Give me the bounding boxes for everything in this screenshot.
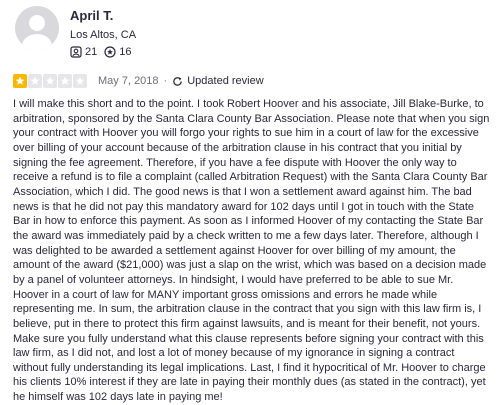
- review-text: I will make this short and to the point.…: [13, 98, 490, 404]
- review-card: April T. Los Altos, CA 21 16 May 7, 2018…: [0, 0, 500, 405]
- user-silhouette-icon: [22, 15, 52, 50]
- separator-dot: ·: [163, 75, 168, 87]
- friends-count: 21: [85, 46, 98, 58]
- user-stats: 21 16: [70, 45, 139, 59]
- updated-review-link[interactable]: Updated review: [172, 75, 264, 87]
- reviews-stat: 16: [104, 45, 132, 59]
- friends-stat: 21: [70, 45, 97, 59]
- updated-review-label: Updated review: [187, 75, 264, 87]
- review-header: April T. Los Altos, CA 21 16: [15, 6, 139, 59]
- star-1: [13, 74, 27, 88]
- star-5: [73, 74, 87, 88]
- star-icon: [45, 76, 55, 85]
- star-rating: [13, 74, 88, 88]
- user-avatar[interactable]: [15, 6, 59, 50]
- star-icon: [60, 76, 70, 85]
- review-star-icon: [104, 46, 116, 58]
- user-name[interactable]: April T.: [70, 8, 139, 24]
- reviews-count: 16: [119, 46, 132, 58]
- user-location: Los Altos, CA: [70, 29, 137, 41]
- star-icon: [30, 76, 40, 85]
- star-icon: [75, 76, 85, 85]
- review-date: May 7, 2018: [98, 75, 159, 87]
- star-3: [43, 74, 57, 88]
- rating-row: May 7, 2018 · Updated review: [13, 73, 264, 89]
- star-2: [28, 74, 42, 88]
- user-info: April T. Los Altos, CA 21 16: [70, 6, 139, 59]
- star-icon: [15, 76, 25, 85]
- refresh-icon: [173, 76, 183, 86]
- star-4: [58, 74, 72, 88]
- friends-icon: [70, 46, 82, 58]
